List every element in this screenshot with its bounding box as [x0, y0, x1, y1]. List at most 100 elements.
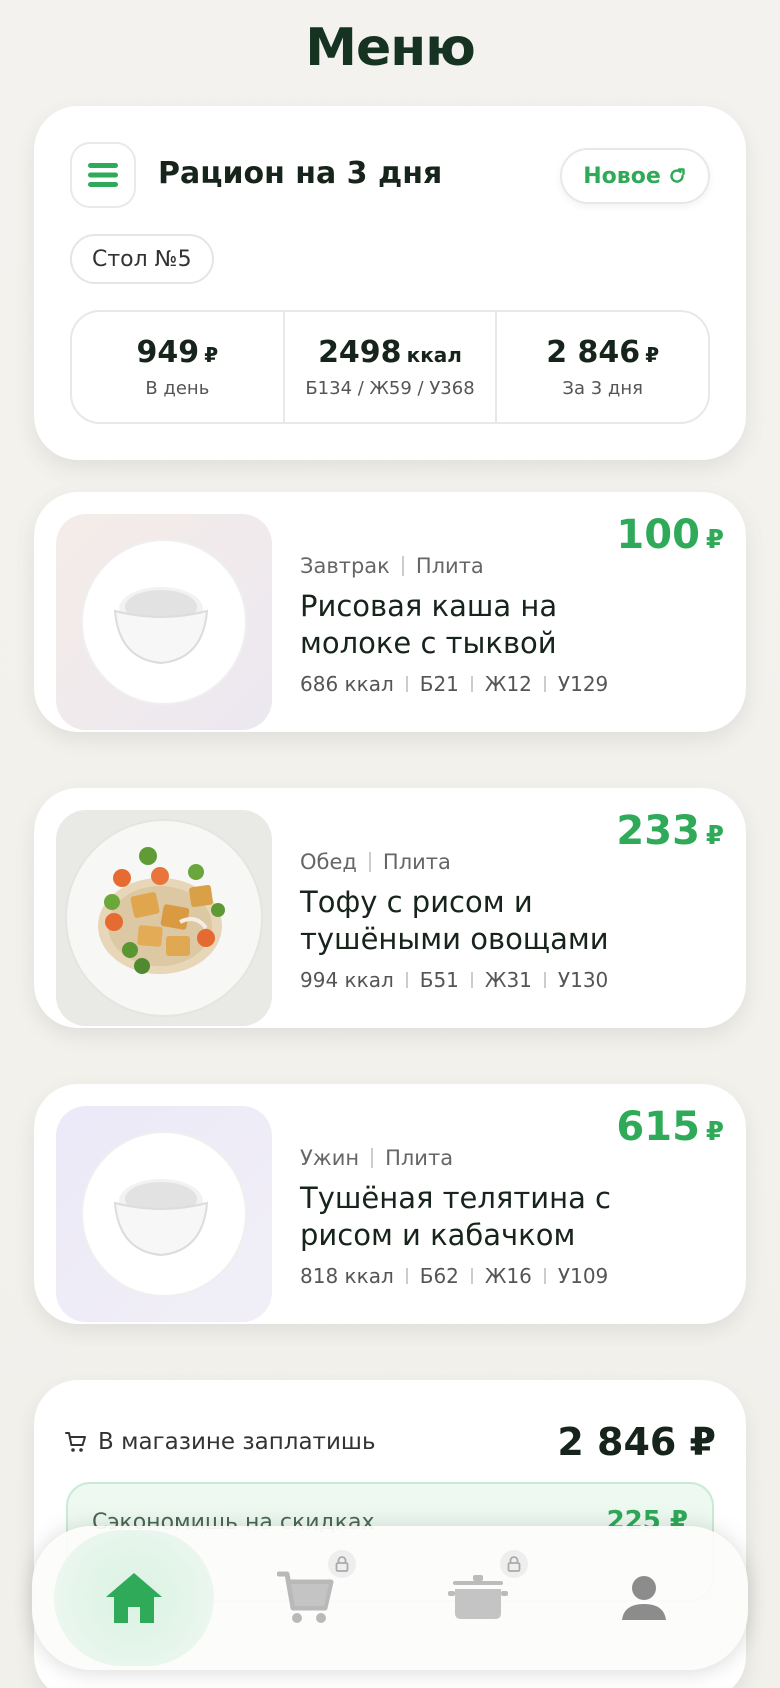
nav-cart[interactable]: [226, 1530, 386, 1666]
meal-info: Ужин Плита Тушёная телятина с рисом и ка…: [300, 1146, 720, 1288]
lock-icon: [335, 1556, 349, 1572]
cart-icon: [277, 1571, 334, 1623]
protein: Б62: [419, 1264, 459, 1288]
divider: [543, 972, 546, 988]
price-currency: ₽: [705, 1117, 724, 1147]
rice-bowl-icon: [81, 1131, 247, 1297]
protein: Б21: [419, 672, 459, 696]
shop-total: 2 846 ₽: [557, 1420, 716, 1464]
meal-macros: 686 ккал Б21 Ж12 У129: [300, 672, 720, 696]
meal-type: Завтрак: [300, 554, 390, 578]
fat: Ж12: [484, 672, 532, 696]
carbs: У109: [557, 1264, 609, 1288]
stat-calories: 2498 ккал Б134 / Ж59 / У368: [285, 312, 498, 422]
meal-name-line: Тофу с рисом и: [300, 885, 533, 919]
rice-bowl-icon: [81, 539, 247, 705]
stat-label: Б134 / Ж59 / У368: [305, 378, 475, 399]
cook-method: Плита: [385, 1146, 454, 1170]
meal-price: 100 ₽: [616, 512, 724, 558]
meal-name-line: Тушёная телятина с: [300, 1181, 611, 1215]
stat-value: 2498: [318, 335, 402, 370]
stat-label: За 3 дня: [562, 378, 643, 399]
meal-tags: Завтрак Плита: [300, 554, 720, 578]
stat-value: 2 846: [546, 335, 641, 370]
user-icon: [622, 1576, 666, 1620]
stat-value: 949: [136, 335, 200, 370]
meal-card-dinner[interactable]: 615 ₽ Ужин Плита Тушёная телятина с рисо…: [34, 1084, 746, 1324]
kcal: 818 ккал: [300, 1264, 394, 1288]
stat-unit: ккал: [406, 343, 462, 367]
divider: [405, 972, 408, 988]
lock-badge: [500, 1550, 528, 1578]
stat-unit: ₽: [645, 343, 660, 367]
divider: [470, 972, 473, 988]
plan-title: Рацион на 3 дня: [158, 156, 443, 191]
price-value: 233: [616, 808, 700, 854]
cart-icon: [65, 1432, 86, 1452]
menu-button[interactable]: [70, 142, 136, 208]
shop-label: В магазине заплатишь: [64, 1429, 376, 1455]
fat: Ж16: [484, 1264, 532, 1288]
cook-method: Плита: [415, 554, 484, 578]
carbs: У130: [557, 968, 609, 992]
meal-image: [56, 514, 272, 730]
kcal: 686 ккал: [300, 672, 394, 696]
divider: [543, 676, 546, 692]
carbs: У129: [557, 672, 609, 696]
meal-price: 233 ₽: [616, 808, 724, 854]
meal-name-line: молоке с тыквой: [300, 626, 557, 660]
meal-name-line: рисом и кабачком: [300, 1218, 576, 1252]
meal-name: Тофу с рисом и тушёными овощами: [300, 884, 720, 958]
diet-chip[interactable]: Стол №5: [70, 234, 214, 284]
meal-card-lunch[interactable]: 233 ₽ Обед Плита Тофу с рисом и тушёными…: [34, 788, 746, 1028]
meal-info: Завтрак Плита Рисовая каша на молоке с т…: [300, 554, 720, 696]
meal-name-line: Рисовая каша на: [300, 589, 558, 623]
plan-summary-card: Рацион на 3 дня Новое Стол №5 949 ₽ В де…: [34, 106, 746, 460]
meal-type: Обед: [300, 850, 357, 874]
divider: [401, 556, 404, 576]
home-icon: [106, 1573, 162, 1623]
stat-label: В день: [145, 378, 210, 399]
nav-pot[interactable]: [398, 1530, 558, 1666]
divider: [368, 852, 371, 872]
divider: [405, 1268, 408, 1284]
divider: [405, 676, 408, 692]
meal-macros: 994 ккал Б51 Ж31 У130: [300, 968, 720, 992]
refresh-icon: [670, 168, 685, 183]
stat-total: 2 846 ₽ За 3 дня: [497, 312, 708, 422]
cook-method: Плита: [382, 850, 451, 874]
new-plan-button[interactable]: Новое: [560, 148, 710, 204]
bottom-nav: [32, 1526, 748, 1670]
nav-home[interactable]: [54, 1530, 214, 1666]
stats-row: 949 ₽ В день 2498 ккал Б134 / Ж59 / У368…: [70, 310, 710, 424]
pot-icon: [448, 1575, 508, 1619]
divider: [371, 1148, 374, 1168]
shop-label-text: В магазине заплатишь: [98, 1429, 376, 1455]
meal-macros: 818 ккал Б62 Ж16 У109: [300, 1264, 720, 1288]
meal-tags: Ужин Плита: [300, 1146, 720, 1170]
kcal: 994 ккал: [300, 968, 394, 992]
price-currency: ₽: [705, 821, 724, 851]
meal-image: [56, 1106, 272, 1322]
divider: [543, 1268, 546, 1284]
price-value: 615: [616, 1104, 700, 1150]
divider: [470, 676, 473, 692]
new-plan-label: Новое: [583, 163, 661, 189]
meal-card-breakfast[interactable]: 100 ₽ Завтрак Плита Рисовая каша на моло…: [34, 492, 746, 732]
meal-name-line: тушёными овощами: [300, 922, 609, 956]
meal-type: Ужин: [300, 1146, 360, 1170]
meal-tags: Обед Плита: [300, 850, 720, 874]
price-value: 100: [616, 512, 700, 558]
fat: Ж31: [484, 968, 532, 992]
nav-profile[interactable]: [564, 1530, 724, 1666]
page-title: Меню: [305, 18, 476, 78]
lock-badge: [328, 1550, 356, 1578]
protein: Б51: [419, 968, 459, 992]
tofu-plate-icon: [65, 819, 263, 1017]
meal-image: [56, 810, 272, 1026]
meal-info: Обед Плита Тофу с рисом и тушёными овоща…: [300, 850, 720, 992]
meal-name: Тушёная телятина с рисом и кабачком: [300, 1180, 720, 1254]
divider: [470, 1268, 473, 1284]
meal-price: 615 ₽: [616, 1104, 724, 1150]
shop-row: В магазине заплатишь 2 846 ₽: [64, 1420, 716, 1464]
